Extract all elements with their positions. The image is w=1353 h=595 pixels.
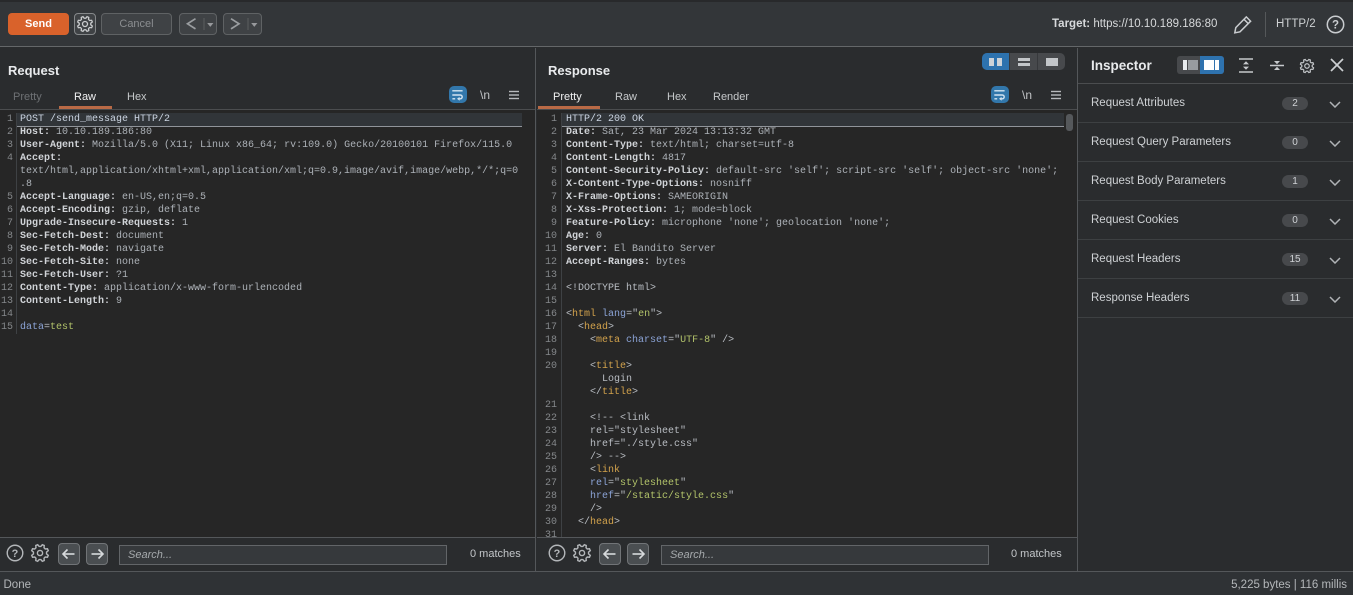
svg-text:?: ?	[12, 548, 19, 560]
svg-text:?: ?	[554, 548, 561, 560]
svg-text:?: ?	[1332, 20, 1339, 32]
